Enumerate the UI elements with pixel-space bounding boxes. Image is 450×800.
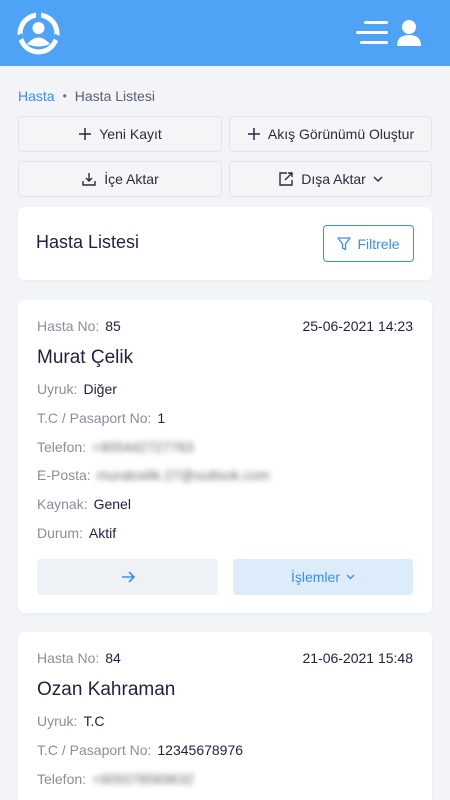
export-label: Dışa Aktar <box>301 171 366 187</box>
breadcrumb-home-link[interactable]: Hasta <box>18 88 55 104</box>
source-label: Kaynak: <box>37 496 88 512</box>
import-icon <box>81 171 97 187</box>
import-button[interactable]: İçe Aktar <box>18 161 222 197</box>
phone-label: Telefon: <box>37 439 87 455</box>
logo-icon[interactable] <box>16 11 61 56</box>
phone-value: +905078569632 <box>92 771 194 787</box>
filter-label: Filtrele <box>357 235 400 252</box>
breadcrumb-current: Hasta Listesi <box>74 88 155 104</box>
new-record-label: Yeni Kayıt <box>99 126 162 142</box>
email-label: E-Posta: <box>37 467 91 483</box>
source-row: Kaynak: Genel <box>37 496 131 512</box>
filter-button[interactable]: Filtrele <box>323 225 414 262</box>
id-passport-value: 1 <box>157 410 166 426</box>
operations-label: İşlemler <box>290 569 340 585</box>
patient-no-value: 84 <box>105 650 121 666</box>
top-bar <box>0 0 450 66</box>
patient-no-label: Hasta No: <box>37 650 100 666</box>
breadcrumb: Hasta • Hasta Listesi <box>18 88 155 104</box>
id-passport-row: T.C / Pasaport No: 1 <box>37 410 165 426</box>
export-icon <box>278 171 294 187</box>
email-row: E-Posta: muratcelik.27@outlook.com <box>37 467 270 483</box>
breadcrumb-separator: • <box>62 89 67 103</box>
nationality-row: Uyruk: Diğer <box>37 381 117 397</box>
menu-icon[interactable] <box>356 20 388 46</box>
arrow-right-icon <box>121 571 135 583</box>
patient-card: Hasta No: 84 21-06-2021 15:48 Ozan Kahra… <box>18 632 432 800</box>
patient-no-label: Hasta No: <box>37 318 100 334</box>
status-row: Durum: Aktif <box>37 525 116 541</box>
patient-name[interactable]: Ozan Kahraman <box>37 679 175 701</box>
create-flow-view-button[interactable]: Akış Görünümü Oluştur <box>229 116 432 152</box>
status-label: Durum: <box>37 525 83 541</box>
nationality-value: Diğer <box>83 381 117 397</box>
list-header-card: Hasta Listesi Filtrele <box>18 207 432 280</box>
status-value: Aktif <box>88 525 117 541</box>
patient-no-row: Hasta No: 84 <box>37 650 121 666</box>
user-icon[interactable] <box>396 19 422 47</box>
phone-value: +905442727763 <box>92 439 194 455</box>
id-passport-row: T.C / Pasaport No: 12345678976 <box>37 742 243 758</box>
new-record-button[interactable]: Yeni Kayıt <box>18 116 222 152</box>
patient-name[interactable]: Murat Çelik <box>37 347 133 369</box>
operations-dropdown-button[interactable]: İşlemler <box>233 559 413 595</box>
phone-row: Telefon: +905442727763 <box>37 439 194 455</box>
export-dropdown-button[interactable]: Dışa Aktar <box>229 161 432 197</box>
plus-icon <box>78 127 92 141</box>
patient-card: Hasta No: 85 25-06-2021 14:23 Murat Çeli… <box>18 300 432 613</box>
list-title: Hasta Listesi <box>36 232 140 252</box>
open-patient-button[interactable] <box>37 559 218 595</box>
phone-row: Telefon: +905078569632 <box>37 771 194 787</box>
id-passport-label: T.C / Pasaport No: <box>37 742 152 758</box>
phone-label: Telefon: <box>37 771 87 787</box>
patient-no-value: 85 <box>105 318 121 334</box>
create-flow-view-label: Akış Görünümü Oluştur <box>267 126 415 142</box>
nationality-label: Uyruk: <box>37 713 78 729</box>
plus-icon <box>247 127 261 141</box>
patient-date: 25-06-2021 14:23 <box>302 318 413 334</box>
nationality-label: Uyruk: <box>37 381 78 397</box>
id-passport-label: T.C / Pasaport No: <box>37 410 152 426</box>
chevron-down-icon <box>346 574 355 580</box>
nationality-row: Uyruk: T.C <box>37 713 104 729</box>
source-value: Genel <box>93 496 131 512</box>
filter-icon <box>337 236 352 251</box>
patient-date: 21-06-2021 15:48 <box>302 650 413 666</box>
nationality-value: T.C <box>83 713 105 729</box>
patient-no-row: Hasta No: 85 <box>37 318 121 334</box>
id-passport-value: 12345678976 <box>157 742 244 758</box>
chevron-down-icon <box>373 176 383 182</box>
import-label: İçe Aktar <box>104 171 159 187</box>
email-value: muratcelik.27@outlook.com <box>96 467 270 483</box>
